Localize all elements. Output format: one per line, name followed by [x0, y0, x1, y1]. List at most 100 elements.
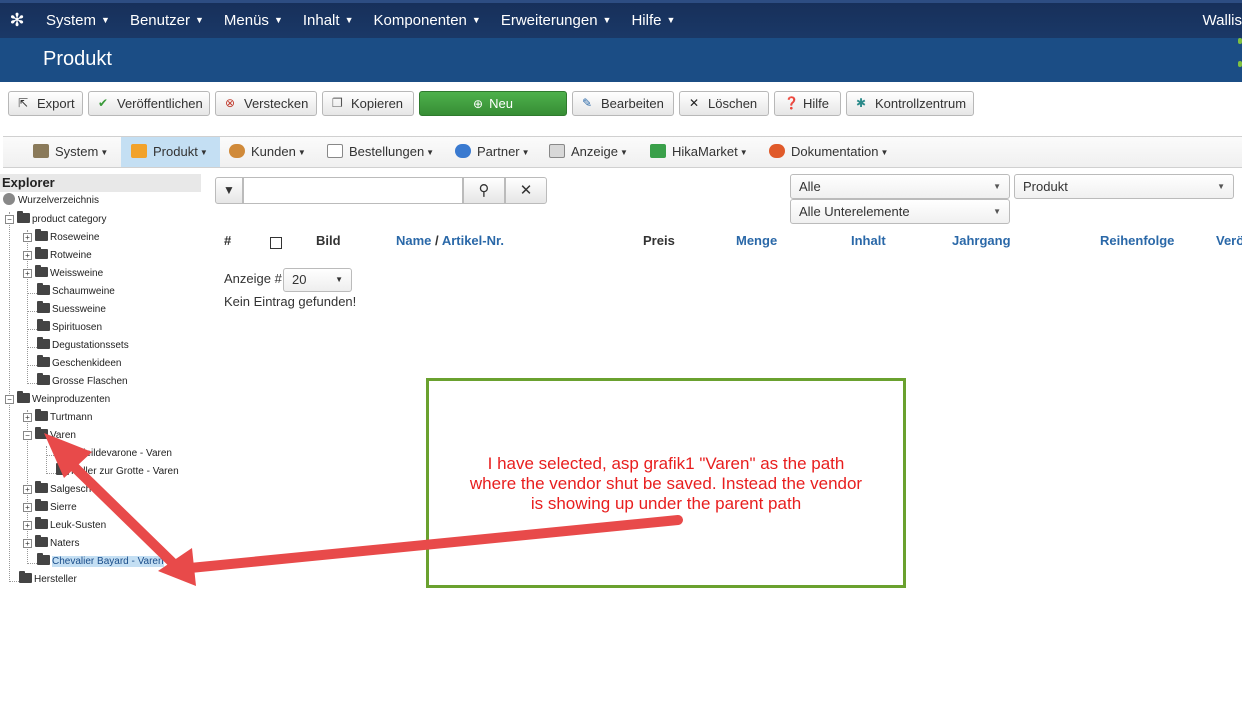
tree-node-category[interactable]: Geschenkideen — [37, 355, 122, 372]
column-published[interactable]: Verö — [1216, 233, 1242, 249]
hika-menu-orders[interactable]: Bestellungen ▼ — [327, 137, 434, 167]
tree-node-producer[interactable]: + Sierre — [23, 499, 77, 516]
action-toolbar: ⇱ Export ✔ Veröffentlichen ⊗ Verstecken ❐ Ko… — [0, 82, 1242, 128]
filter-button[interactable]: ▼ — [215, 177, 243, 204]
top-menu-components[interactable]: Komponenten ▼ — [363, 3, 490, 38]
caret-down-icon: ▼ — [993, 182, 1001, 191]
tree-node-category[interactable]: Degustationssets — [37, 337, 129, 354]
tree-node-turtmann[interactable]: + Turtmann — [23, 409, 92, 426]
delete-button[interactable]: ✕ Löschen — [679, 91, 769, 116]
expand-icon[interactable]: + — [23, 521, 32, 530]
caret-down-icon: ▼ — [602, 15, 612, 25]
publish-button[interactable]: ✔ Veröffentlichen — [88, 91, 210, 116]
joomla-logo-icon[interactable]: ✻ — [6, 9, 28, 31]
status-dot — [1238, 38, 1242, 44]
column-vintage[interactable]: Jahrgang — [952, 233, 1011, 249]
tree-node-varen[interactable]: − Varen — [23, 427, 76, 444]
hika-menu-system[interactable]: System ▼ — [33, 137, 108, 167]
top-menu-content[interactable]: Inhalt ▼ — [293, 3, 364, 38]
type-filter-select[interactable]: Produkt ▼ — [1014, 174, 1234, 199]
tree-node-producers[interactable]: − Weinproduzenten — [5, 391, 110, 408]
column-sku-label[interactable]: Artikel-Nr. — [442, 233, 504, 248]
collapse-icon[interactable]: − — [5, 215, 14, 224]
tree-node-vendor[interactable]: Soleildevarone - Varen — [56, 445, 172, 462]
top-menu-extensions[interactable]: Erweiterungen ▼ — [491, 3, 622, 38]
expand-icon[interactable]: + — [23, 413, 32, 422]
hika-menu-display[interactable]: Anzeige ▼ — [549, 137, 628, 167]
column-name-label[interactable]: Name — [396, 233, 431, 248]
tree-node-producer[interactable]: + Leuk-Susten — [23, 517, 107, 534]
search-button[interactable]: ⚲ — [463, 177, 505, 204]
collapse-icon[interactable]: − — [5, 395, 14, 404]
control-center-button[interactable]: ✱ Kontrollzentrum — [846, 91, 974, 116]
tree-node-category[interactable]: + Roseweine — [23, 229, 99, 246]
hika-menu-hikamarket[interactable]: HikaMarket ▼ — [650, 137, 748, 167]
tree-label: Salgesch — [50, 484, 92, 495]
expand-icon[interactable]: + — [23, 539, 32, 548]
select-all-checkbox[interactable] — [270, 237, 282, 249]
expand-icon[interactable]: + — [23, 485, 32, 494]
column-content[interactable]: Inhalt — [851, 233, 886, 249]
site-user-link[interactable]: Wallis — [1203, 3, 1242, 38]
search-input[interactable] — [243, 177, 463, 204]
copy-button[interactable]: ❐ Kopieren — [322, 91, 414, 116]
tree-node-product-category[interactable]: − product category — [5, 211, 107, 228]
edit-button[interactable]: ✎ Bearbeiten — [572, 91, 674, 116]
folder-icon — [35, 535, 48, 547]
folder-icon — [35, 229, 48, 241]
top-menu-label: Benutzer — [129, 12, 190, 29]
tree-node-producer[interactable]: + Naters — [23, 535, 80, 552]
search-icon: ⚲ — [478, 182, 490, 199]
top-menu-label: System — [46, 12, 97, 29]
top-menu-label: Menüs — [223, 12, 269, 29]
expand-icon[interactable]: + — [23, 233, 32, 242]
top-menu-label: Komponenten — [373, 12, 467, 29]
tree-node-category[interactable]: Suessweine — [37, 301, 106, 318]
tree-node-category[interactable]: Grosse Flaschen — [37, 373, 128, 390]
tree-node-manufacturer[interactable]: Hersteller — [19, 571, 77, 588]
menu-label: Dokumentation — [791, 144, 879, 159]
expand-icon[interactable]: + — [23, 503, 32, 512]
column-name[interactable]: Name / Artikel-Nr. — [396, 233, 504, 249]
column-quantity[interactable]: Menge — [736, 233, 777, 249]
tree-line — [28, 383, 37, 384]
tree-label: Leuk-Susten — [50, 520, 107, 531]
tree-node-selected-vendor[interactable]: Chevalier Bayard - Varen — [37, 553, 164, 570]
hikamarket-icon — [650, 144, 666, 158]
tree-root[interactable]: Wurzelverzeichnis — [3, 193, 99, 209]
hika-menu-docs[interactable]: Dokumentation ▼ — [769, 137, 888, 167]
tree-node-category[interactable]: + Weissweine — [23, 265, 103, 282]
top-menu-menus[interactable]: Menüs ▼ — [214, 3, 293, 38]
collapse-icon[interactable]: − — [23, 431, 32, 440]
clear-search-button[interactable]: ✕ — [505, 177, 547, 204]
display-window-icon — [549, 144, 565, 158]
tree-node-category[interactable]: Schaumweine — [37, 283, 115, 300]
caret-down-icon: ▼ — [521, 148, 530, 157]
column-price: Preis — [643, 233, 675, 248]
new-button[interactable]: ⊕ Neu — [419, 91, 567, 116]
export-button[interactable]: ⇱ Export — [8, 91, 83, 116]
tree-line — [46, 446, 47, 474]
top-menu-help[interactable]: Hilfe ▼ — [621, 3, 685, 38]
tree-node-category[interactable]: + Rotweine — [23, 247, 92, 264]
display-count-select[interactable]: 20 ▼ — [283, 268, 352, 292]
tree-node-vendor[interactable]: Keller zur Grotte - Varen — [56, 463, 179, 480]
hide-button[interactable]: ⊗ Verstecken — [215, 91, 317, 116]
tree-node-category[interactable]: Spirituosen — [37, 319, 102, 336]
publish-filter-select[interactable]: Alle ▼ — [790, 174, 1010, 199]
tree-label: Naters — [50, 538, 80, 549]
hika-menu-partner[interactable]: Partner ▼ — [455, 137, 530, 167]
caret-down-icon: ▼ — [426, 148, 435, 157]
help-button[interactable]: ❓ Hilfe — [774, 91, 841, 116]
caret-down-icon: ▼ — [335, 275, 343, 284]
hika-menu-product[interactable]: Produkt ▼ — [121, 137, 220, 167]
top-menu-users[interactable]: Benutzer ▼ — [120, 3, 214, 38]
tree-node-producer[interactable]: + Salgesch — [23, 481, 92, 498]
hika-menu-customers[interactable]: Kunden ▼ — [229, 137, 306, 167]
column-order[interactable]: Reihenfolge — [1100, 233, 1174, 249]
subelements-filter-select[interactable]: Alle Unterelemente ▼ — [790, 199, 1010, 224]
expand-icon[interactable]: + — [23, 251, 32, 260]
annotation-line: where the vendor shut be saved. Instead … — [469, 474, 863, 493]
top-menu-system[interactable]: System ▼ — [36, 3, 120, 38]
expand-icon[interactable]: + — [23, 269, 32, 278]
